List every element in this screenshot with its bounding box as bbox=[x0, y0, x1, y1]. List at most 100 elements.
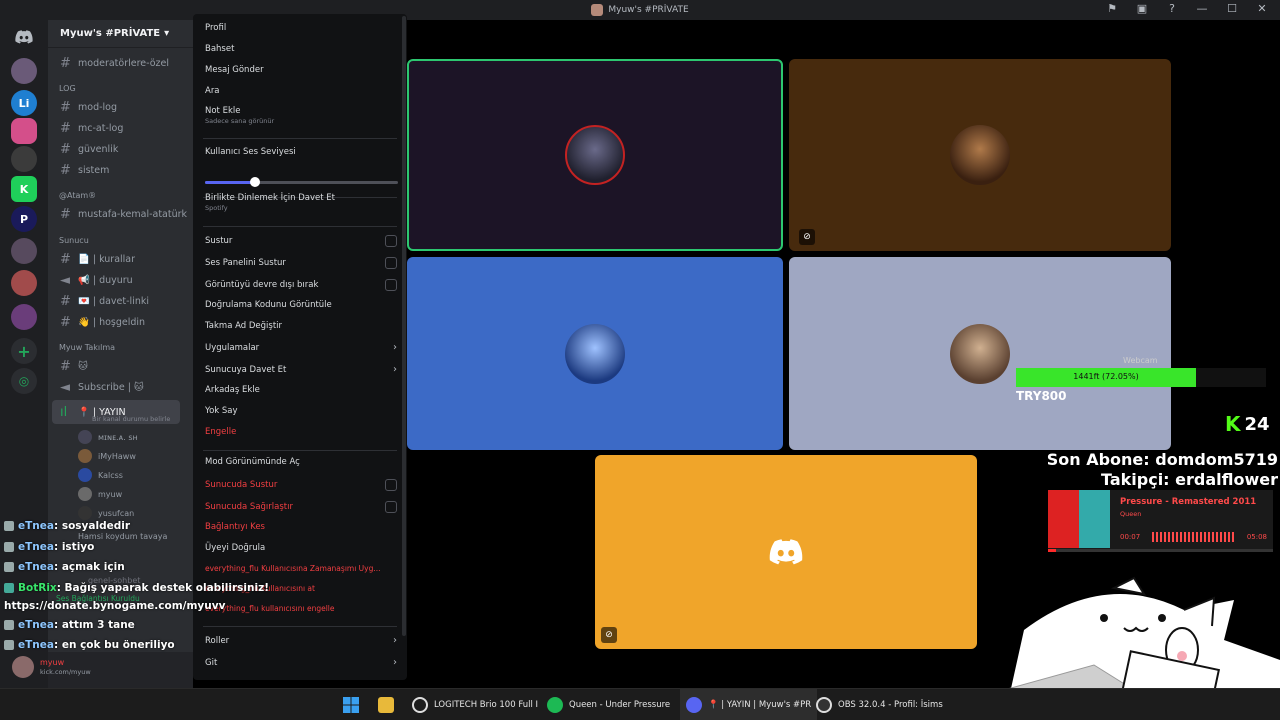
menu-disconnect[interactable]: Bağlantıyı Kes bbox=[205, 522, 397, 532]
menu-apps[interactable]: Uygulamalar › bbox=[205, 342, 397, 353]
menu-view-verification[interactable]: Doğrulama Kodunu Görüntüle bbox=[205, 300, 397, 310]
chat-message: eTnea: açmak için bbox=[4, 561, 125, 573]
voice-user[interactable]: Kalcss bbox=[78, 468, 123, 482]
avatar[interactable] bbox=[12, 656, 34, 678]
channel-item[interactable]: # 👋 | hoşgeldin bbox=[60, 315, 145, 330]
maximize-icon[interactable]: ☐ bbox=[1224, 2, 1240, 15]
taskbar-app-active[interactable]: 📍 | YAYIN | Myuw's #PR bbox=[680, 689, 818, 720]
user-context-menu: Profil Bahset Mesaj Gönder Ara Not Ekle S… bbox=[193, 14, 407, 680]
channel-item[interactable]: # sistem bbox=[60, 163, 109, 178]
taskbar-app[interactable]: Queen - Under Pressure bbox=[547, 689, 670, 720]
taskbar-app[interactable]: OBS 32.0.4 - Profil: İsims bbox=[816, 689, 943, 720]
video-tile[interactable] bbox=[789, 257, 1171, 450]
channel-item[interactable]: # moderatörlere-özel bbox=[60, 56, 169, 71]
minimize-icon[interactable]: — bbox=[1194, 2, 1210, 15]
help-icon[interactable]: ? bbox=[1164, 2, 1180, 15]
server-avatar[interactable] bbox=[11, 270, 37, 296]
menu-invite-server[interactable]: Sunucuya Davet Et › bbox=[205, 364, 397, 375]
video-tile[interactable]: ⊘ bbox=[595, 455, 977, 649]
voice-user[interactable]: Hamsi koydum tavaya bbox=[78, 532, 167, 541]
menu-listen-invite[interactable]: Birlikte Dinlemek İçin Davet Et Spotify bbox=[205, 193, 397, 212]
hash-icon: # bbox=[60, 142, 71, 157]
inbox-icon[interactable]: ▣ bbox=[1134, 2, 1150, 15]
channel-item[interactable]: # 📄 | kurallar bbox=[60, 252, 135, 267]
menu-disable-video[interactable]: Görüntüyü devre dışı bırak bbox=[205, 279, 397, 291]
menu-message[interactable]: Mesaj Gönder bbox=[205, 65, 397, 75]
user-volume-slider[interactable] bbox=[205, 177, 398, 187]
voice-user[interactable]: yusufcan bbox=[78, 506, 134, 520]
channel-item[interactable]: ◄ Subscribe | 🐱 bbox=[60, 380, 144, 395]
menu-verify-member[interactable]: Üyeyi Doğrula bbox=[205, 543, 397, 553]
menu-mention[interactable]: Bahset bbox=[205, 44, 397, 54]
category-label[interactable]: Myuw Takılma bbox=[59, 343, 115, 352]
start-button[interactable] bbox=[343, 689, 359, 720]
server-avatar[interactable]: Li bbox=[11, 90, 37, 116]
channel-item[interactable]: # mustafa-kemal-atatürk bbox=[60, 207, 187, 222]
voice-status[interactable]: Bir kanal durumu belirle bbox=[92, 415, 170, 423]
menu-server-mute[interactable]: Sunucuda Sustur bbox=[205, 479, 397, 491]
menu-add-friend[interactable]: Arkadaş Ekle bbox=[205, 385, 397, 395]
server-avatar[interactable] bbox=[11, 304, 37, 330]
channel-item[interactable]: # güvenlik bbox=[60, 142, 118, 157]
hash-icon: # bbox=[60, 252, 71, 267]
video-tile-speaking[interactable] bbox=[407, 59, 783, 251]
menu-call[interactable]: Ara bbox=[205, 86, 397, 96]
avatar bbox=[950, 323, 1010, 384]
channel-item[interactable]: # mod-log bbox=[60, 100, 117, 115]
user-panel: myuw kick.com/myuw bbox=[12, 652, 193, 688]
voice-user[interactable]: myuw bbox=[78, 487, 122, 501]
chevron-right-icon: › bbox=[393, 635, 397, 646]
menu-mute-soundboard[interactable]: Ses Panelini Sustur bbox=[205, 257, 397, 269]
taskbar-app[interactable]: LOGITECH Brio 100 Full I bbox=[412, 689, 538, 720]
avatar bbox=[565, 323, 625, 384]
server-avatar[interactable] bbox=[11, 58, 37, 84]
menu-ignore[interactable]: Yok Say bbox=[205, 406, 397, 416]
category-label[interactable]: LOG bbox=[59, 84, 76, 93]
add-server-icon[interactable]: + bbox=[11, 338, 37, 364]
volume-handle[interactable] bbox=[250, 177, 261, 187]
hash-icon: # bbox=[60, 294, 71, 309]
menu-ban[interactable]: everything_flu kullanıcısını engelle bbox=[205, 604, 397, 613]
checkbox[interactable] bbox=[385, 279, 397, 291]
menu-mod-view[interactable]: Mod Görünümünde Aç bbox=[205, 457, 397, 467]
channel-item[interactable]: # mc-at-log bbox=[60, 121, 123, 136]
menu-scrollbar[interactable] bbox=[402, 16, 406, 636]
menu-go[interactable]: Git › bbox=[205, 657, 397, 668]
menu-separator bbox=[203, 226, 397, 227]
menu-add-note[interactable]: Not Ekle Sadece sana görünür bbox=[205, 106, 397, 125]
server-avatar[interactable] bbox=[11, 118, 37, 144]
menu-timeout[interactable]: everything_flu Kullanıcısına Zamanaşımı … bbox=[205, 564, 397, 573]
channel-item[interactable]: # 🐱 bbox=[60, 359, 88, 374]
video-tile[interactable]: ⊘ bbox=[789, 59, 1171, 251]
server-avatar[interactable] bbox=[11, 146, 37, 172]
category-label[interactable]: Sunucu bbox=[59, 236, 89, 245]
discover-icon[interactable]: ◎ bbox=[11, 368, 37, 394]
file-explorer-button[interactable] bbox=[378, 689, 394, 720]
discord-home-icon[interactable] bbox=[11, 24, 37, 50]
category-label[interactable]: @Atam® bbox=[59, 191, 96, 200]
server-avatar[interactable]: P bbox=[11, 206, 37, 232]
voice-user[interactable]: ᴍɪɴᴇ.ᴀ. ꜱʜ bbox=[78, 430, 138, 444]
video-tile[interactable] bbox=[407, 257, 783, 450]
server-avatar[interactable] bbox=[11, 238, 37, 264]
menu-server-deafen[interactable]: Sunucuda Sağırlaştır bbox=[205, 501, 397, 513]
user-status: kick.com/myuw bbox=[40, 668, 91, 676]
close-icon[interactable]: ✕ bbox=[1254, 2, 1270, 15]
menu-change-nick[interactable]: Takma Ad Değiştir bbox=[205, 321, 397, 331]
checkbox[interactable] bbox=[385, 479, 397, 491]
inbox-flag-icon[interactable]: ⚑ bbox=[1104, 2, 1120, 15]
menu-mute[interactable]: Sustur bbox=[205, 235, 397, 247]
kick-icon: K bbox=[1225, 412, 1241, 436]
menu-block[interactable]: Engelle bbox=[205, 427, 397, 437]
voice-user[interactable]: iMyHaww bbox=[78, 449, 136, 463]
menu-profile[interactable]: Profil bbox=[205, 23, 397, 33]
checkbox[interactable] bbox=[385, 235, 397, 247]
server-header[interactable]: Myuw's #PRİVATE ▾ bbox=[48, 20, 193, 48]
checkbox[interactable] bbox=[385, 257, 397, 269]
channel-item[interactable]: # 💌 | davet-linki bbox=[60, 294, 149, 309]
channel-item[interactable]: ◄ 📢 | duyuru bbox=[60, 273, 133, 288]
checkbox[interactable] bbox=[385, 501, 397, 513]
server-avatar[interactable]: K bbox=[11, 176, 37, 202]
menu-roles[interactable]: Roller › bbox=[205, 635, 397, 646]
megaphone-icon: ◄ bbox=[60, 273, 70, 288]
